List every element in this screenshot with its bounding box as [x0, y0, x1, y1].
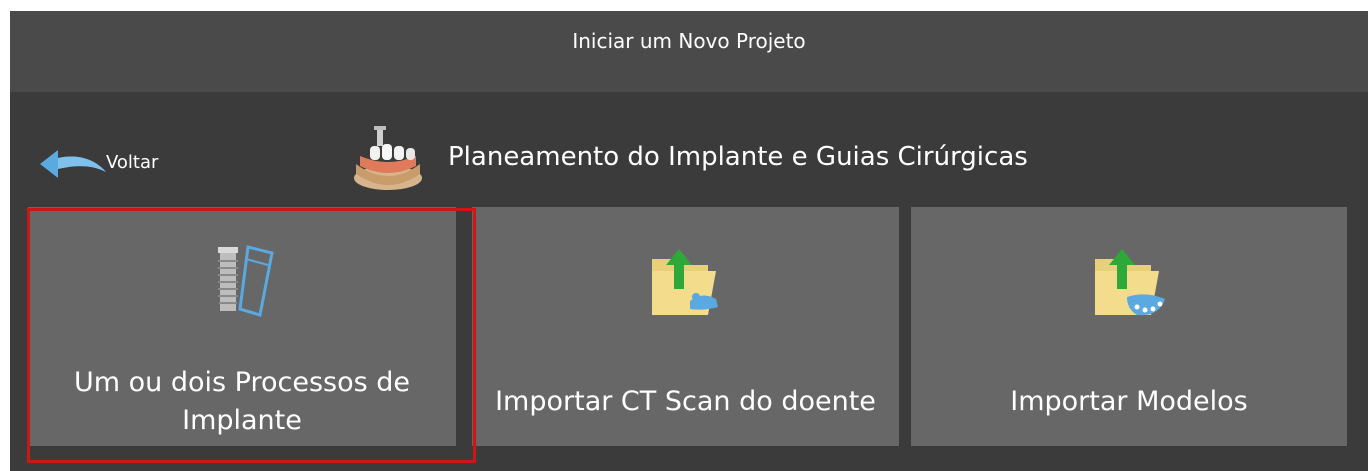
window-title: Iniciar um Novo Projeto [572, 28, 806, 53]
tile-import-models[interactable]: Importar Modelos [911, 207, 1347, 446]
tile-implant-process[interactable]: Um ou dois Processos de Implante [28, 207, 456, 446]
window-titlebar: Iniciar um Novo Projeto [10, 11, 1368, 92]
import-ct-folder-icon [646, 241, 726, 325]
dental-implant-bridge-icon [350, 122, 426, 192]
tile-label-line2: Implante [182, 405, 302, 436]
implant-screw-icon [202, 241, 282, 325]
back-button[interactable]: Voltar [36, 140, 158, 184]
section-title: Planeamento do Implante e Guias Cirúrgic… [448, 142, 1028, 172]
tile-label: Um ou dois Processos de Implante [28, 364, 456, 440]
back-label: Voltar [106, 151, 159, 173]
tile-label-line1: Um ou dois Processos de [73, 367, 410, 398]
back-arrow-icon [36, 142, 108, 182]
tile-label: Importar Modelos [1010, 386, 1248, 417]
import-models-folder-icon [1089, 241, 1169, 325]
tile-import-ct-scan[interactable]: Importar CT Scan do doente [472, 207, 899, 446]
tile-label: Importar CT Scan do doente [495, 386, 876, 417]
section-header: Planeamento do Implante e Guias Cirúrgic… [350, 122, 1028, 192]
